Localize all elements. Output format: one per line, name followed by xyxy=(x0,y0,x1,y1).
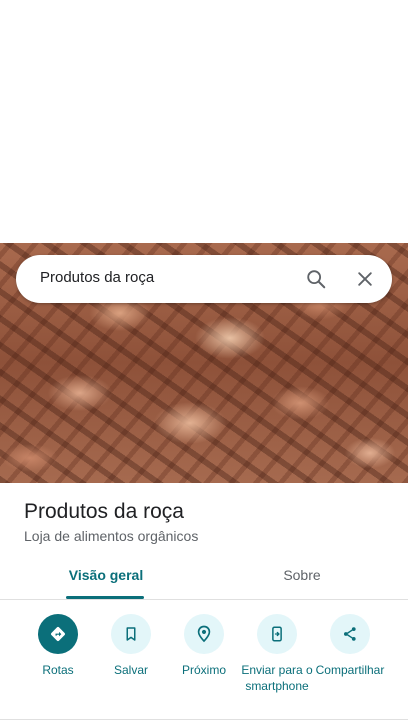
directions-button[interactable]: Rotas xyxy=(18,614,98,678)
directions-label: Rotas xyxy=(42,663,74,677)
share-icon xyxy=(330,614,370,654)
close-icon[interactable] xyxy=(351,265,379,293)
tab-divider xyxy=(0,599,408,600)
directions-icon xyxy=(38,614,78,654)
share-label: Compartilhar xyxy=(315,663,385,677)
send-to-phone-label: Enviar para o smartphone xyxy=(241,663,313,693)
bookmark-icon xyxy=(111,614,151,654)
nearby-label: Próximo xyxy=(181,663,226,677)
nearby-button[interactable]: Próximo xyxy=(164,614,244,678)
save-button[interactable]: Salvar xyxy=(91,614,171,678)
place-title: Produtos da roça xyxy=(24,500,184,523)
save-label: Salvar xyxy=(113,663,148,677)
tab-overview[interactable]: Visão geral xyxy=(64,567,148,583)
share-button[interactable]: Compartilhar xyxy=(310,614,390,678)
search-bar[interactable]: Produtos da roça xyxy=(16,255,392,303)
send-to-phone-icon xyxy=(257,614,297,654)
search-icon[interactable] xyxy=(302,265,330,293)
search-query-text[interactable]: Produtos da roça xyxy=(40,269,154,286)
tab-about[interactable]: Sobre xyxy=(262,567,342,583)
bottom-divider xyxy=(0,719,408,720)
send-to-phone-button[interactable]: Enviar para o smartphone xyxy=(237,614,317,694)
place-category: Loja de alimentos orgânicos xyxy=(24,528,199,544)
nearby-icon xyxy=(184,614,224,654)
map-blank-area xyxy=(0,0,408,243)
